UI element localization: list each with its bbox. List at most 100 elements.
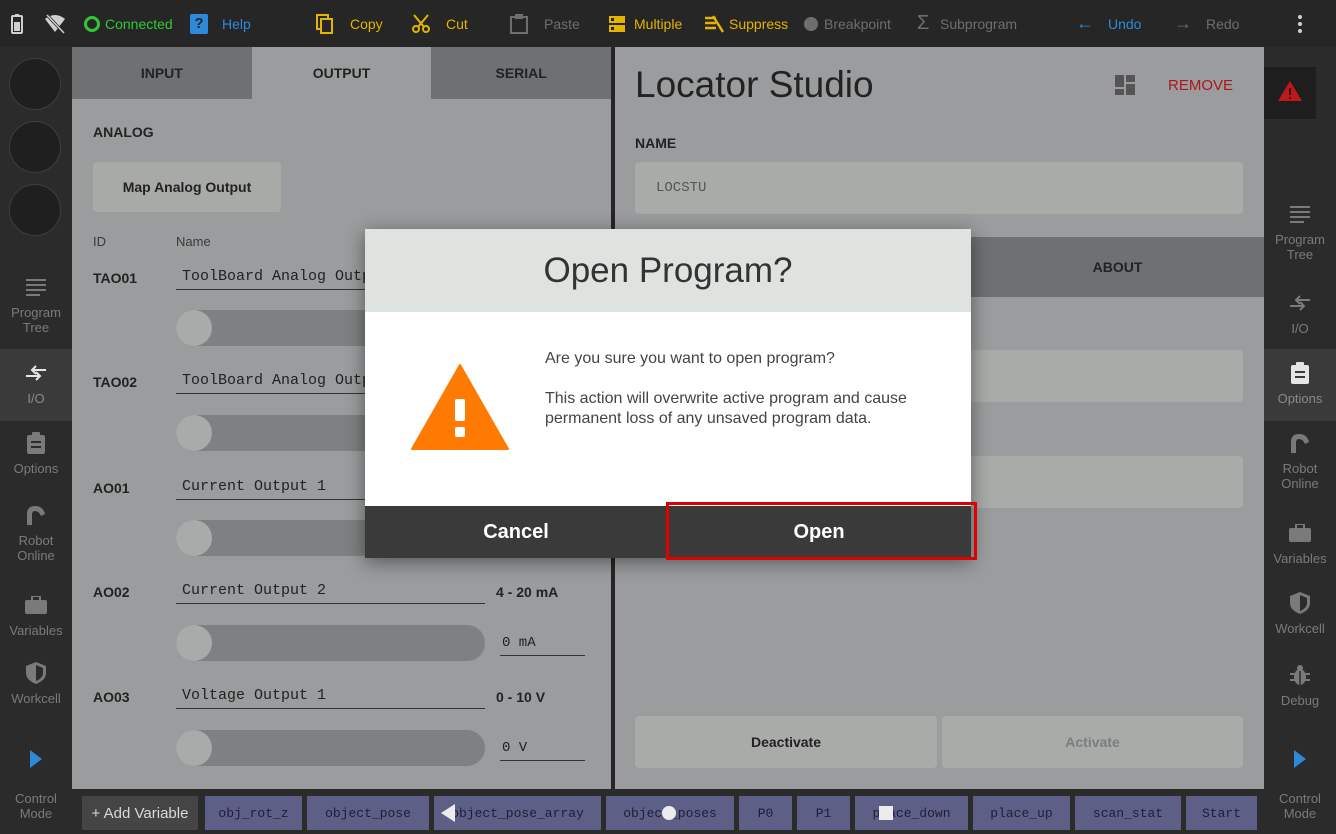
warning-triangle-icon bbox=[1278, 80, 1302, 106]
battery-icon bbox=[10, 0, 24, 47]
list-icon bbox=[1288, 202, 1312, 226]
dialog-message-warning: This action will overwrite active progra… bbox=[545, 390, 907, 427]
scissors-icon bbox=[410, 13, 432, 35]
name-label: NAME bbox=[635, 135, 677, 151]
tab-serial[interactable]: SERIAL bbox=[431, 47, 612, 99]
name-input[interactable]: LOCSTU bbox=[635, 162, 1243, 214]
variable-chip[interactable]: Start bbox=[1186, 796, 1257, 830]
paste-button[interactable]: Paste bbox=[508, 0, 580, 47]
variable-chip[interactable]: P1 bbox=[797, 796, 850, 830]
undo-button[interactable]: ← Undo bbox=[1074, 0, 1141, 47]
tab-about[interactable]: ABOUT bbox=[971, 237, 1264, 297]
slider-knob[interactable] bbox=[176, 415, 212, 451]
range-ao03: 0 - 10 V bbox=[496, 689, 546, 705]
clipboard-icon bbox=[24, 431, 48, 455]
nav-back-icon[interactable] bbox=[440, 804, 456, 827]
alert-indicator[interactable] bbox=[1264, 67, 1316, 119]
variable-chip[interactable]: object_pose_array bbox=[434, 796, 601, 830]
clipboard-paste-icon bbox=[508, 13, 530, 35]
copy-button[interactable]: Copy bbox=[314, 0, 383, 47]
list-icon bbox=[24, 275, 48, 299]
nav-control-mode-right[interactable]: Control Mode bbox=[1264, 747, 1336, 829]
map-analog-output-button[interactable]: Map Analog Output bbox=[93, 162, 281, 212]
slider-ao03[interactable] bbox=[176, 730, 485, 766]
row-id-ao03: AO03 bbox=[93, 689, 130, 705]
row-id-tao02: TAO02 bbox=[93, 374, 138, 390]
name-field-ao03[interactable]: Voltage Output 1 bbox=[176, 683, 485, 709]
io-arrows-icon bbox=[24, 361, 48, 385]
variable-chip[interactable]: place_up bbox=[973, 796, 1070, 830]
robot-arm-icon bbox=[24, 503, 48, 527]
dialog-message-question: Are you sure you want to open program? bbox=[545, 350, 835, 367]
value-field-ao02[interactable]: 0 mA bbox=[500, 630, 585, 656]
remove-button[interactable]: REMOVE bbox=[1168, 77, 1233, 94]
arrow-left-icon: ← bbox=[1076, 13, 1094, 33]
dashboard-grid-icon[interactable] bbox=[1115, 75, 1135, 100]
help-button[interactable]: ? Help bbox=[190, 0, 251, 47]
tab-input[interactable]: INPUT bbox=[72, 47, 252, 99]
briefcase-icon bbox=[1288, 521, 1312, 545]
play-triangle-icon bbox=[1288, 747, 1312, 771]
nav-io-right[interactable]: I/O bbox=[1264, 291, 1336, 351]
column-header-name: Name bbox=[176, 234, 211, 249]
nav-workcell-right[interactable]: Workcell bbox=[1264, 591, 1336, 653]
right-sidebar: Program Tree I/O Options Robot Online Va… bbox=[1264, 47, 1336, 834]
variable-chip[interactable]: object_pose bbox=[307, 796, 429, 830]
nav-control-mode[interactable]: Control Mode bbox=[0, 747, 72, 829]
row-id-tao01: TAO01 bbox=[93, 270, 138, 286]
name-field-ao02[interactable]: Current Output 2 bbox=[176, 578, 485, 604]
nav-home-icon[interactable] bbox=[661, 805, 677, 826]
nav-variables[interactable]: Variables bbox=[0, 593, 72, 653]
redo-button[interactable]: → Redo bbox=[1172, 0, 1239, 47]
deactivate-button[interactable]: Deactivate bbox=[635, 716, 937, 768]
nav-variables-right[interactable]: Variables bbox=[1264, 521, 1336, 581]
connected-status: Connected bbox=[84, 0, 173, 47]
warning-triangle-icon bbox=[410, 363, 510, 456]
row-id-ao01: AO01 bbox=[93, 480, 130, 496]
variable-chip[interactable]: scan_stat bbox=[1075, 796, 1181, 830]
breakpoint-button[interactable]: Breakpoint bbox=[804, 0, 891, 47]
variable-chip[interactable]: P0 bbox=[739, 796, 792, 830]
help-icon: ? bbox=[190, 13, 208, 34]
page-title: Locator Studio bbox=[635, 64, 874, 105]
range-ao02: 4 - 20 mA bbox=[496, 584, 559, 600]
variable-chip[interactable]: place_down bbox=[855, 796, 968, 830]
variable-chip[interactable]: obj_rot_z bbox=[205, 796, 302, 830]
nav-robot-online[interactable]: Robot Online bbox=[0, 503, 72, 573]
column-header-id: ID bbox=[93, 234, 106, 249]
more-menu-icon[interactable] bbox=[1292, 0, 1308, 47]
multiple-button[interactable]: Multiple bbox=[606, 0, 682, 47]
nav-options[interactable]: Options bbox=[0, 431, 72, 501]
slider-knob[interactable] bbox=[176, 625, 212, 661]
cut-button[interactable]: Cut bbox=[410, 0, 468, 47]
nav-io[interactable]: I/O bbox=[0, 349, 72, 421]
nav-robot-online-right[interactable]: Robot Online bbox=[1264, 431, 1336, 501]
tab-output[interactable]: OUTPUT bbox=[251, 47, 432, 99]
status-circle-2 bbox=[9, 121, 61, 173]
sigma-icon: Σ bbox=[916, 12, 930, 34]
add-variable-button[interactable]: + Add Variable bbox=[82, 796, 198, 830]
value-field-ao03[interactable]: 0 V bbox=[500, 735, 585, 761]
section-title-analog: ANALOG bbox=[93, 124, 154, 140]
slider-ao02[interactable] bbox=[176, 625, 485, 661]
slider-knob[interactable] bbox=[176, 310, 212, 346]
nav-debug-right[interactable]: Debug bbox=[1264, 663, 1336, 723]
shield-icon bbox=[24, 661, 48, 685]
arrow-right-icon: → bbox=[1174, 13, 1192, 33]
copy-icon bbox=[314, 13, 336, 35]
activate-button[interactable]: Activate bbox=[942, 716, 1243, 768]
nav-recents-icon[interactable] bbox=[878, 805, 894, 826]
top-toolbar: Connected ? Help Copy Cut Paste Multiple… bbox=[0, 0, 1336, 47]
nav-workcell[interactable]: Workcell bbox=[0, 661, 72, 723]
slider-knob[interactable] bbox=[176, 730, 212, 766]
suppress-button[interactable]: Suppress bbox=[703, 0, 788, 47]
nav-program-tree[interactable]: Program Tree bbox=[0, 275, 72, 345]
dialog-title: Open Program? bbox=[365, 229, 971, 312]
subprogram-button[interactable]: Σ Subprogram bbox=[912, 0, 1017, 47]
nav-program-tree-right[interactable]: Program Tree bbox=[1264, 202, 1336, 272]
connected-circle-icon bbox=[84, 15, 100, 32]
slider-knob[interactable] bbox=[176, 520, 212, 556]
cancel-button[interactable]: Cancel bbox=[365, 506, 667, 558]
nav-options-right[interactable]: Options bbox=[1264, 349, 1336, 421]
wifi-off-icon bbox=[44, 0, 66, 47]
